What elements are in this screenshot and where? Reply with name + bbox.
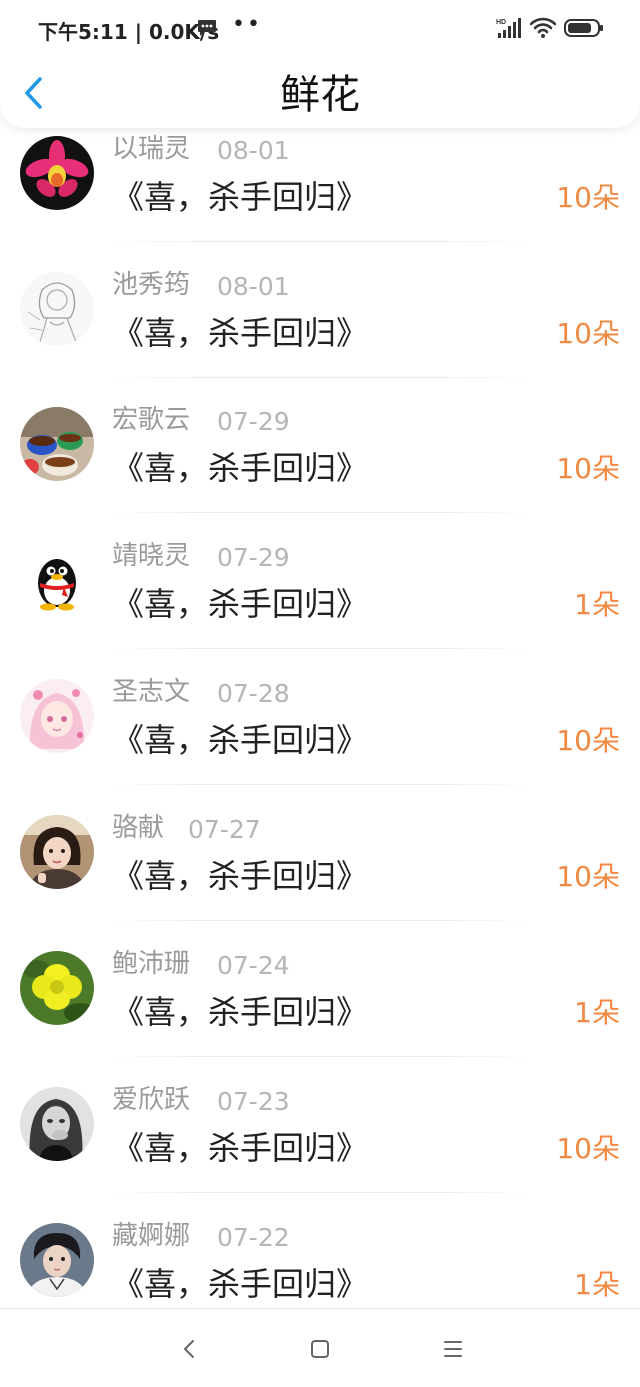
system-nav-bar — [0, 1308, 640, 1387]
flower-record-list: 以瑞灵 08-01 《喜，杀手回归》 10朵 池秀筠 08-01 《喜，杀手回归… — [0, 128, 640, 1308]
nav-recents-button[interactable] — [438, 1334, 468, 1364]
flower-count: 10朵 — [556, 181, 620, 214]
user-name: 藏婀娜 — [112, 1221, 191, 1251]
child-photo-avatar — [20, 815, 94, 889]
book-title: 《喜，杀手回归》 — [112, 1129, 369, 1167]
send-date: 07-24 — [217, 951, 290, 980]
send-date: 07-22 — [217, 1223, 290, 1252]
user-name: 以瑞灵 — [112, 134, 191, 164]
nav-menu-icon — [444, 1341, 462, 1357]
yellow-flower-avatar — [20, 951, 94, 1025]
flower-count: 10朵 — [556, 860, 620, 893]
nav-home-icon — [311, 1340, 329, 1358]
nav-home-button[interactable] — [305, 1334, 335, 1364]
flower-count: 10朵 — [556, 317, 620, 350]
book-title: 《喜，杀手回归》 — [112, 993, 369, 1031]
list-item[interactable]: 藏婀娜 07-22 《喜，杀手回归》 1朵 — [0, 1215, 640, 1308]
user-name: 骆献 — [112, 813, 165, 843]
nav-back-icon — [184, 1340, 194, 1358]
status-time: 下午5:11 | 0.0K/s — [38, 20, 220, 44]
flower-count: 10朵 — [556, 452, 620, 485]
list-item[interactable]: 骆献 07-27 《喜，杀手回归》 10朵 — [0, 807, 640, 943]
send-date: 07-27 — [188, 815, 261, 844]
send-date: 07-29 — [217, 543, 290, 572]
book-title: 《喜，杀手回归》 — [112, 585, 369, 623]
flower-count: 10朵 — [556, 1132, 620, 1165]
book-title: 《喜，杀手回归》 — [112, 857, 369, 895]
nav-back-button[interactable] — [175, 1334, 205, 1364]
status-bar: 下午5:11 | 0.0K/s •• HD — [0, 0, 640, 56]
tea-cups-avatar — [20, 407, 94, 481]
divider — [110, 1192, 530, 1193]
flower-count: 1朵 — [574, 996, 620, 1029]
user-name: 池秀筠 — [112, 270, 191, 300]
qq-penguin-avatar — [20, 543, 94, 617]
book-title: 《喜，杀手回归》 — [112, 449, 369, 487]
send-date: 07-28 — [217, 679, 290, 708]
divider — [110, 241, 530, 242]
send-date: 08-01 — [217, 272, 290, 301]
book-title: 《喜，杀手回归》 — [112, 1265, 369, 1303]
wifi-icon — [529, 17, 557, 39]
svg-text:HD: HD — [496, 19, 506, 26]
list-item[interactable]: 爱欣跃 07-23 《喜，杀手回归》 10朵 — [0, 1079, 640, 1215]
send-date: 07-29 — [217, 407, 290, 436]
young-man-avatar — [20, 1223, 94, 1297]
send-date: 07-23 — [217, 1087, 290, 1116]
user-name: 靖晓灵 — [112, 541, 191, 571]
grayscale-girl-avatar — [20, 1087, 94, 1161]
list-item[interactable]: 圣志文 07-28 《喜，杀手回归》 10朵 — [0, 671, 640, 807]
book-title: 《喜，杀手回归》 — [112, 314, 369, 352]
page-title: 鲜花 — [280, 72, 360, 118]
divider — [110, 784, 530, 785]
sketch-girl-avatar — [20, 272, 94, 346]
user-name: 宏歌云 — [112, 405, 191, 435]
anime-girl-avatar — [20, 679, 94, 753]
divider — [110, 648, 530, 649]
flower-count: 1朵 — [574, 1268, 620, 1301]
list-item[interactable]: 鲍沛珊 07-24 《喜，杀手回归》 1朵 — [0, 943, 640, 1079]
divider — [110, 512, 530, 513]
battery-icon — [564, 19, 604, 37]
send-date: 08-01 — [217, 136, 290, 165]
more-notifications-icon: •• — [232, 12, 262, 37]
list-item[interactable]: 靖晓灵 07-29 《喜，杀手回归》 1朵 — [0, 535, 640, 671]
book-title: 《喜，杀手回归》 — [112, 721, 369, 759]
orchid-flower-avatar — [20, 136, 94, 210]
flower-count: 1朵 — [574, 588, 620, 621]
screen: 下午5:11 | 0.0K/s •• HD 鲜花 以瑞灵 08-01 《喜，杀手… — [0, 0, 640, 1387]
user-name: 爱欣跃 — [112, 1085, 191, 1115]
list-item[interactable]: 宏歌云 07-29 《喜，杀手回归》 10朵 — [0, 399, 640, 535]
message-notification-icon — [197, 19, 217, 37]
list-item[interactable]: 池秀筠 08-01 《喜，杀手回归》 10朵 — [0, 264, 640, 400]
user-name: 圣志文 — [112, 677, 191, 707]
divider — [110, 1056, 530, 1057]
header: 鲜花 — [0, 56, 640, 128]
user-name: 鲍沛珊 — [112, 949, 191, 979]
divider — [110, 920, 530, 921]
divider — [110, 377, 530, 378]
list-item[interactable]: 以瑞灵 08-01 《喜，杀手回归》 10朵 — [0, 128, 640, 264]
book-title: 《喜，杀手回归》 — [112, 178, 369, 216]
signal-icon: HD — [496, 17, 522, 39]
flower-count: 10朵 — [556, 724, 620, 757]
